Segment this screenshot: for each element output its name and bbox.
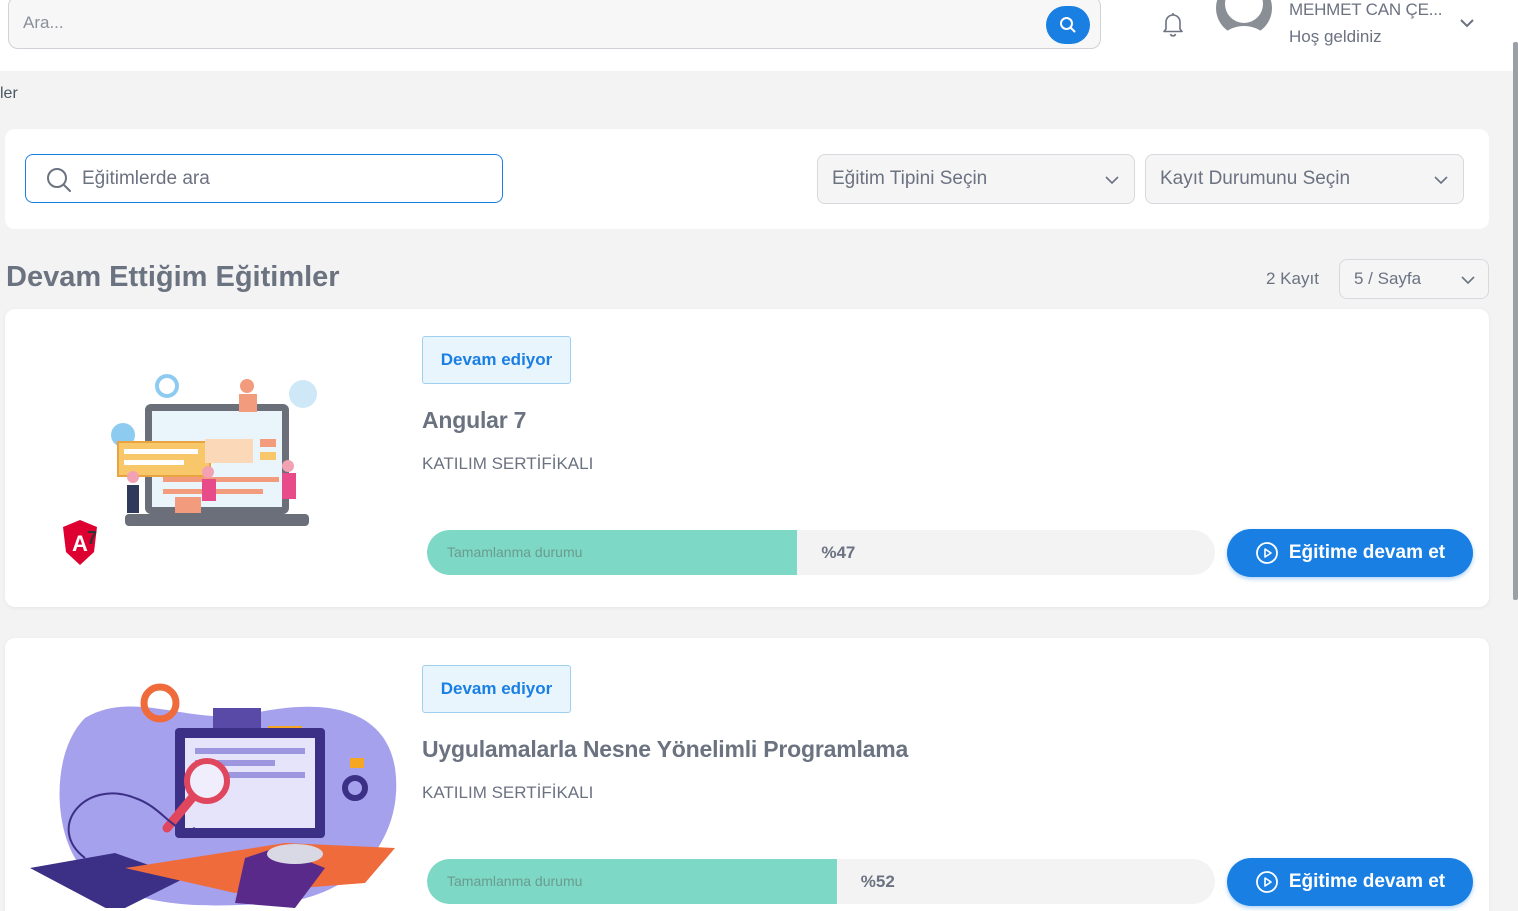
course-title[interactable]: Uygulamalarla Nesne Yönelimli Programlam… [422,736,908,763]
course-type-select-label: Eğitim Tipini Seçin [832,168,988,189]
global-search-box [8,0,1101,49]
play-circle-icon [1255,542,1278,564]
section-title: Devam Ettiğim Eğitimler [6,261,340,293]
global-search-input[interactable] [23,9,1003,37]
progress-label: Tamamlanma durumu [447,873,583,889]
certificate-type: KATILIM SERTİFİKALI [422,783,594,802]
continue-course-button[interactable]: Eğitime devam et [1227,529,1473,577]
play-circle-icon [1255,871,1278,893]
record-count: 2 Kayıt [1266,269,1319,288]
search-icon [1060,17,1076,33]
global-search-button[interactable] [1046,6,1090,44]
course-type-select[interactable]: Eğitim Tipini Seçin [817,154,1135,204]
progress-value: %52 [860,872,895,891]
chevron-down-icon [1105,176,1119,185]
course-thumbnail[interactable]: A 7 [25,339,405,579]
course-card[interactable]: Devam ediyor Uygulamalarla Nesne Yönelim… [5,638,1489,911]
status-badge: Devam ediyor [422,336,571,384]
welcome-text: Hoş geldiniz [1289,27,1382,46]
top-bar: MEHMET CAN ÇE... Hoş geldiniz [0,0,1518,71]
course-search-box [25,154,503,203]
course-search-input[interactable] [82,165,482,193]
progress-bar: Tamamlanma durumu %47 [427,530,1215,575]
progress-value: %47 [821,543,856,562]
breadcrumb[interactable]: ler [0,85,18,103]
svg-text:A: A [72,531,88,556]
search-icon [45,166,73,194]
scrollbar[interactable] [1513,42,1518,600]
filter-panel: Eğitim Tipini Seçin Kayıt Durumunu Seçin [5,129,1489,229]
chevron-down-icon[interactable] [1458,14,1476,32]
user-name[interactable]: MEHMET CAN ÇE... [1289,0,1442,20]
enrollment-status-select[interactable]: Kayıt Durumunu Seçin [1145,154,1464,204]
chevron-down-icon [1434,176,1448,185]
certificate-type: KATILIM SERTİFİKALI [422,454,594,473]
continue-course-label: Eğitime devam et [1288,871,1446,892]
chevron-down-icon [1461,276,1475,285]
status-badge: Devam ediyor [422,665,571,713]
avatar[interactable] [1214,0,1274,50]
notification-bell-icon[interactable] [1158,9,1188,39]
course-card[interactable]: A 7 Devam ediyor Angular 7 KATILIM SERTİ… [5,309,1489,607]
enrollment-status-select-label: Kayıt Durumunu Seçin [1160,168,1351,189]
course-thumbnail[interactable] [25,668,405,911]
page-size-select[interactable]: 5 / Sayfa [1339,259,1489,299]
progress-bar: Tamamlanma durumu %52 [427,859,1215,904]
svg-text:7: 7 [87,528,97,548]
course-title[interactable]: Angular 7 [422,407,526,434]
page-size-label: 5 / Sayfa [1354,269,1422,288]
continue-course-button[interactable]: Eğitime devam et [1227,858,1473,906]
continue-course-label: Eğitime devam et [1288,542,1446,563]
progress-label: Tamamlanma durumu [447,544,583,560]
